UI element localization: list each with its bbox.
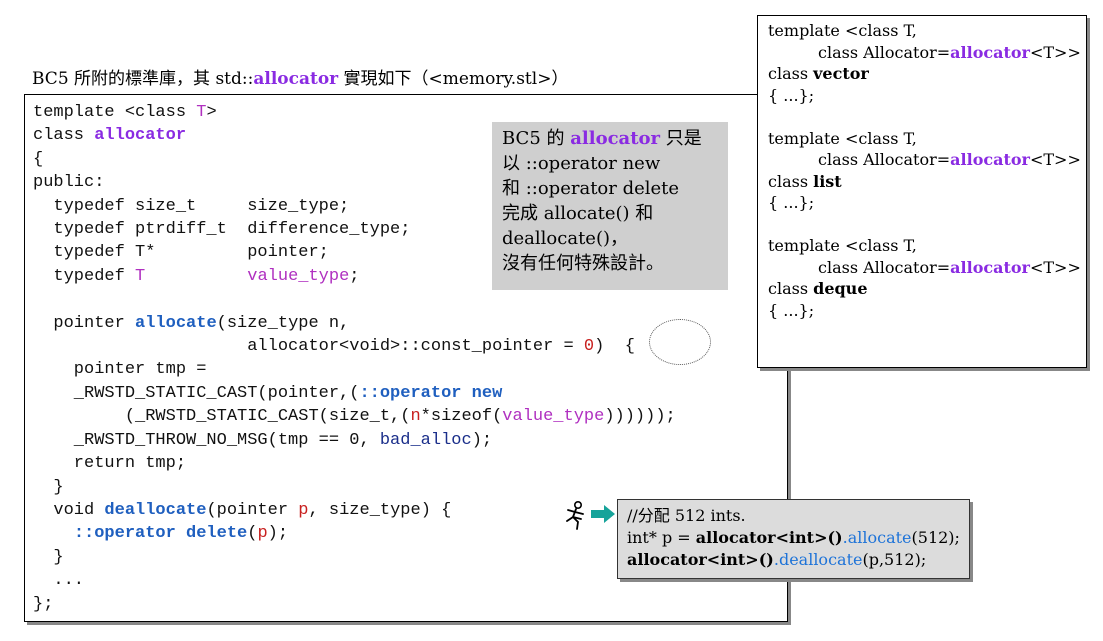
class-vector: vector bbox=[813, 64, 869, 83]
method-allocate: allocate bbox=[135, 313, 217, 333]
usage-example-box: //分配 512 ints. int* p = allocator<int>()… bbox=[617, 499, 970, 579]
runner-icon bbox=[566, 500, 584, 530]
arrow-right-icon bbox=[591, 505, 615, 523]
method-deallocate: deallocate bbox=[104, 500, 207, 520]
explanation-note: BC5 的 allocator 只是 以 ::operator new 和 ::… bbox=[492, 122, 728, 290]
class-deque: deque bbox=[813, 279, 868, 298]
container-templates-box: template <class T, class Allocator=alloc… bbox=[757, 15, 1087, 368]
default-arg-highlight-circle bbox=[649, 319, 711, 365]
caption: BC5 所附的標準庫，其 std::allocator 實現如下（<memory… bbox=[32, 69, 569, 89]
class-name-allocator: allocator bbox=[94, 126, 187, 146]
class-list: list bbox=[813, 171, 842, 191]
caption-keyword: allocator bbox=[253, 69, 339, 89]
